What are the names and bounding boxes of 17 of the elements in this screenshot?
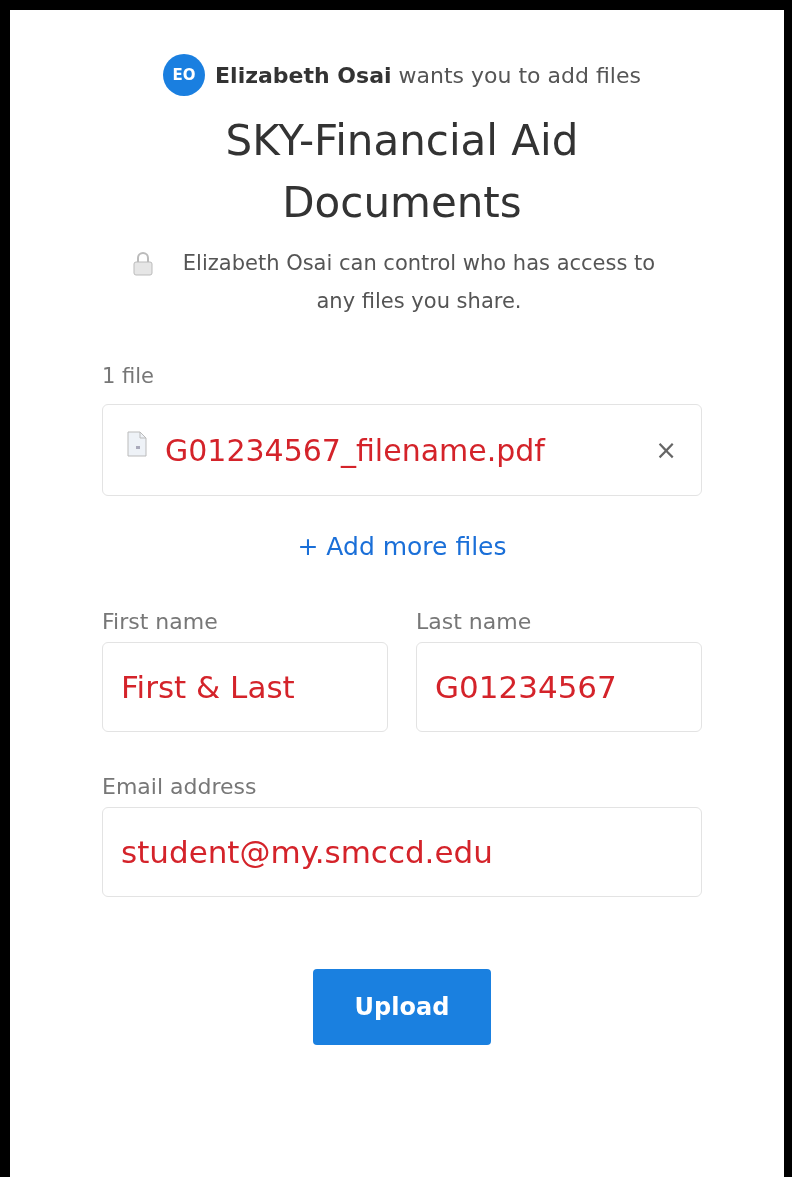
avatar: EO	[163, 54, 206, 96]
page-title: SKY-Financial Aid Documents	[224, 115, 580, 229]
upload-button[interactable]: Upload	[313, 969, 491, 1045]
access-notice: Elizabeth Osai can control who has access to any files you share.	[181, 250, 657, 315]
remove-button[interactable]: ×	[655, 435, 677, 465]
field-label: Email address	[102, 774, 258, 799]
email-field[interactable]: student@my.smccd.edu	[102, 807, 702, 897]
add-files-link[interactable]: + Add more files	[297, 532, 507, 561]
request-message: Elizabeth Osai wants you to add files	[215, 62, 641, 88]
file-name: G01234567_filename.pdf	[165, 432, 545, 468]
field-label: First name	[102, 609, 219, 634]
last-name-field[interactable]: G01234567	[416, 642, 702, 732]
document-icon	[127, 431, 147, 457]
lock-icon	[132, 250, 154, 276]
file-count: 1 file	[102, 364, 156, 388]
first-name-field[interactable]: First & Last	[102, 642, 388, 732]
field-label: Last name	[416, 609, 533, 634]
